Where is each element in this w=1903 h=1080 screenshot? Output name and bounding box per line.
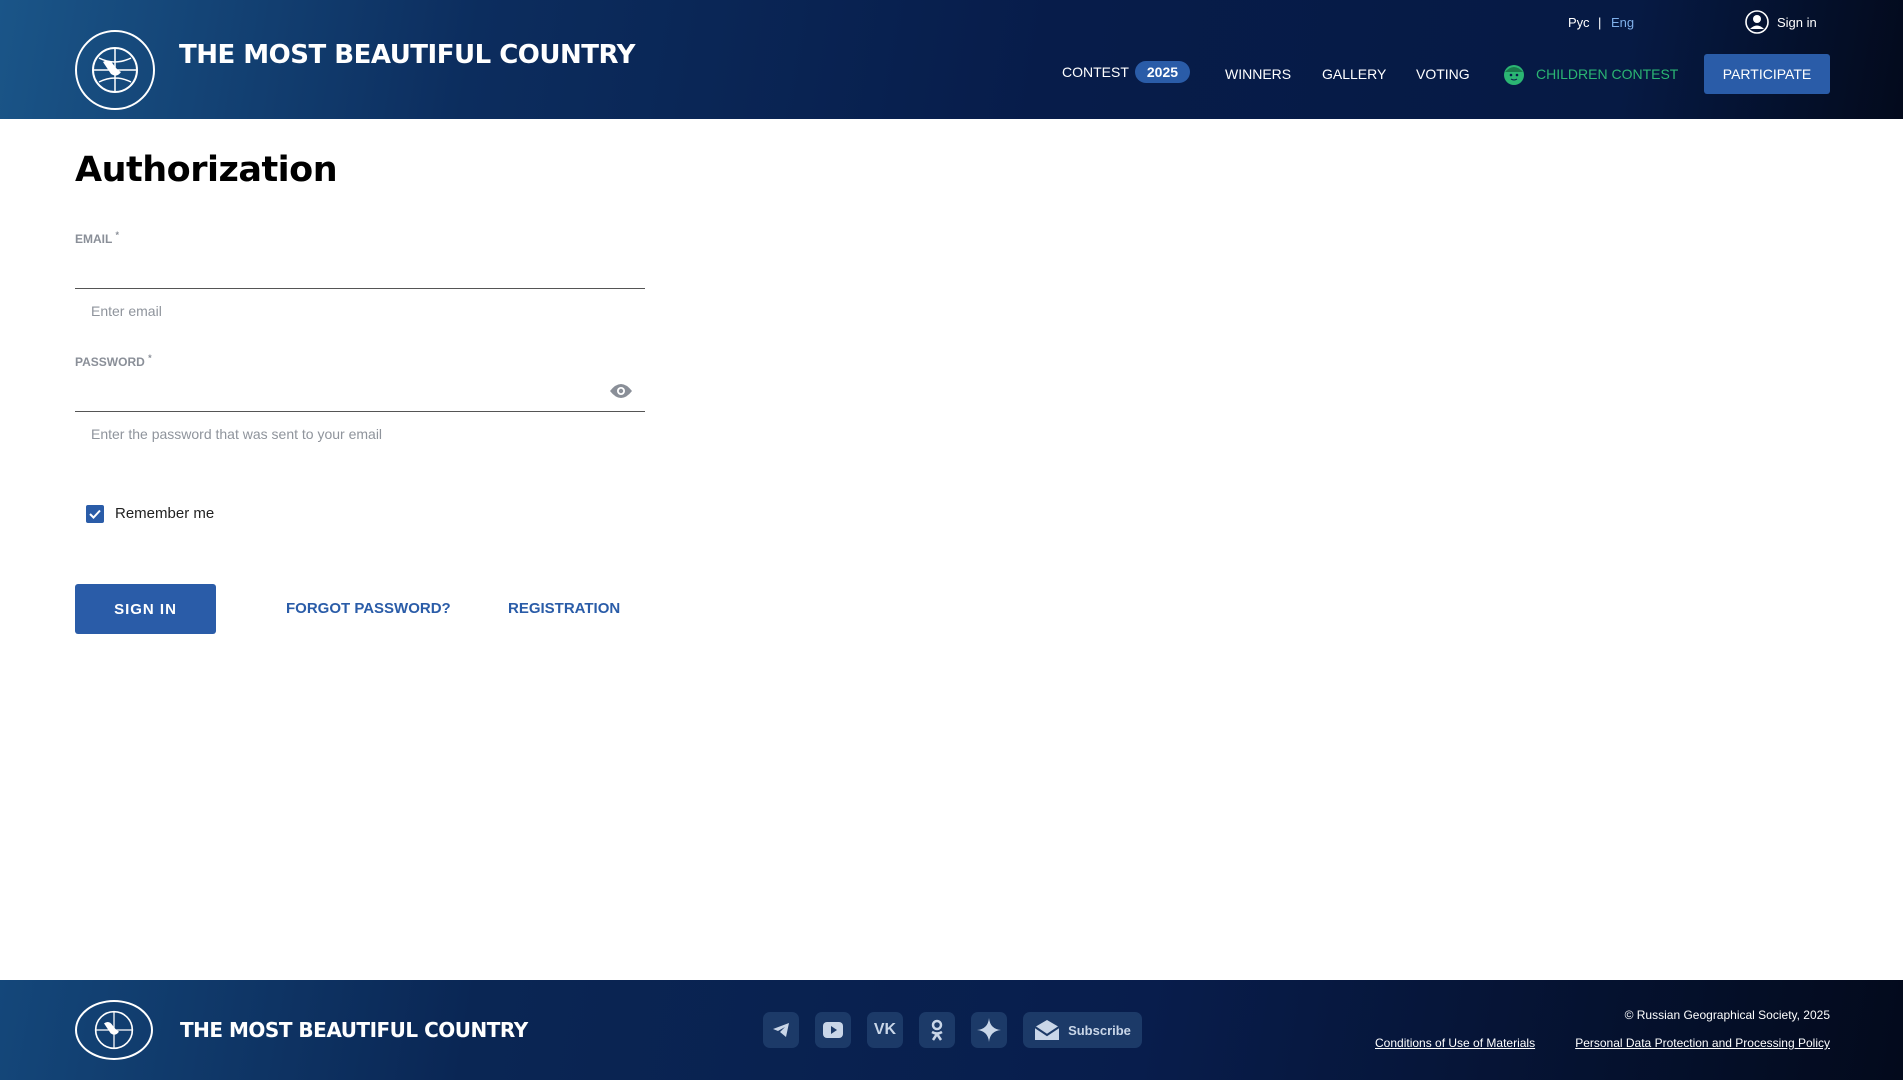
rgs-logo[interactable] bbox=[75, 30, 155, 110]
footer-title[interactable]: THE MOST BEAUTIFUL COUNTRY bbox=[180, 1018, 528, 1042]
check-icon bbox=[89, 509, 101, 519]
password-input[interactable] bbox=[75, 372, 605, 410]
footer-rgs-logo[interactable] bbox=[75, 1000, 153, 1060]
sign-in-link[interactable]: Sign in bbox=[1745, 10, 1817, 34]
nav-children-contest[interactable]: CHILDREN CONTEST bbox=[1502, 62, 1678, 86]
lang-ru[interactable]: Рус bbox=[1568, 15, 1590, 30]
youtube-icon[interactable] bbox=[815, 1012, 851, 1048]
eye-icon[interactable] bbox=[609, 383, 633, 399]
password-hint: Enter the password that was sent to your… bbox=[91, 426, 383, 442]
site-header: THE MOST BEAUTIFUL COUNTRY Рус | Eng Sig… bbox=[0, 0, 1903, 119]
sign-in-button[interactable]: SIGN IN bbox=[75, 584, 216, 634]
password-label: PASSWORD * bbox=[75, 353, 152, 369]
email-input[interactable] bbox=[75, 250, 645, 288]
page-title: Authorization bbox=[75, 150, 338, 190]
copyright: © Russian Geographical Society, 2025 bbox=[1624, 1008, 1830, 1022]
lang-separator: | bbox=[1598, 15, 1602, 30]
conditions-link[interactable]: Conditions of Use of Materials bbox=[1375, 1036, 1535, 1050]
password-underline bbox=[75, 411, 645, 412]
participate-button[interactable]: PARTICIPATE bbox=[1704, 54, 1830, 94]
remember-checkbox[interactable] bbox=[86, 505, 104, 523]
child-face-icon bbox=[1504, 65, 1524, 85]
email-label: EMAIL * bbox=[75, 230, 119, 246]
telegram-icon[interactable] bbox=[763, 1012, 799, 1048]
user-icon bbox=[1745, 10, 1769, 34]
nav-contest[interactable]: CONTEST 2025 bbox=[1062, 61, 1191, 83]
privacy-policy-link[interactable]: Personal Data Protection and Processing … bbox=[1575, 1036, 1830, 1050]
odnoklassniki-icon[interactable] bbox=[919, 1012, 955, 1048]
nav-voting[interactable]: VOTING bbox=[1416, 66, 1470, 82]
envelope-icon bbox=[1034, 1020, 1060, 1040]
lang-en[interactable]: Eng bbox=[1611, 15, 1634, 30]
nav-winners[interactable]: WINNERS bbox=[1225, 66, 1291, 82]
forgot-password-link[interactable]: FORGOT PASSWORD? bbox=[286, 600, 451, 617]
remember-label[interactable]: Remember me bbox=[115, 505, 214, 522]
nav-gallery[interactable]: GALLERY bbox=[1322, 66, 1386, 82]
sign-in-label: Sign in bbox=[1777, 14, 1817, 30]
dzen-icon[interactable] bbox=[971, 1012, 1007, 1048]
site-title[interactable]: THE MOST BEAUTIFUL COUNTRY bbox=[179, 40, 635, 70]
subscribe-button[interactable]: Subscribe bbox=[1023, 1012, 1142, 1048]
vk-icon[interactable]: VK bbox=[867, 1012, 903, 1048]
email-underline bbox=[75, 288, 645, 289]
registration-link[interactable]: REGISTRATION bbox=[508, 600, 620, 617]
contest-year-badge: 2025 bbox=[1134, 61, 1191, 83]
children-contest-label: CHILDREN CONTEST bbox=[1536, 66, 1679, 82]
subscribe-label: Subscribe bbox=[1068, 1022, 1131, 1038]
nav-contest-label: CONTEST bbox=[1062, 64, 1129, 80]
email-hint: Enter email bbox=[91, 303, 162, 319]
